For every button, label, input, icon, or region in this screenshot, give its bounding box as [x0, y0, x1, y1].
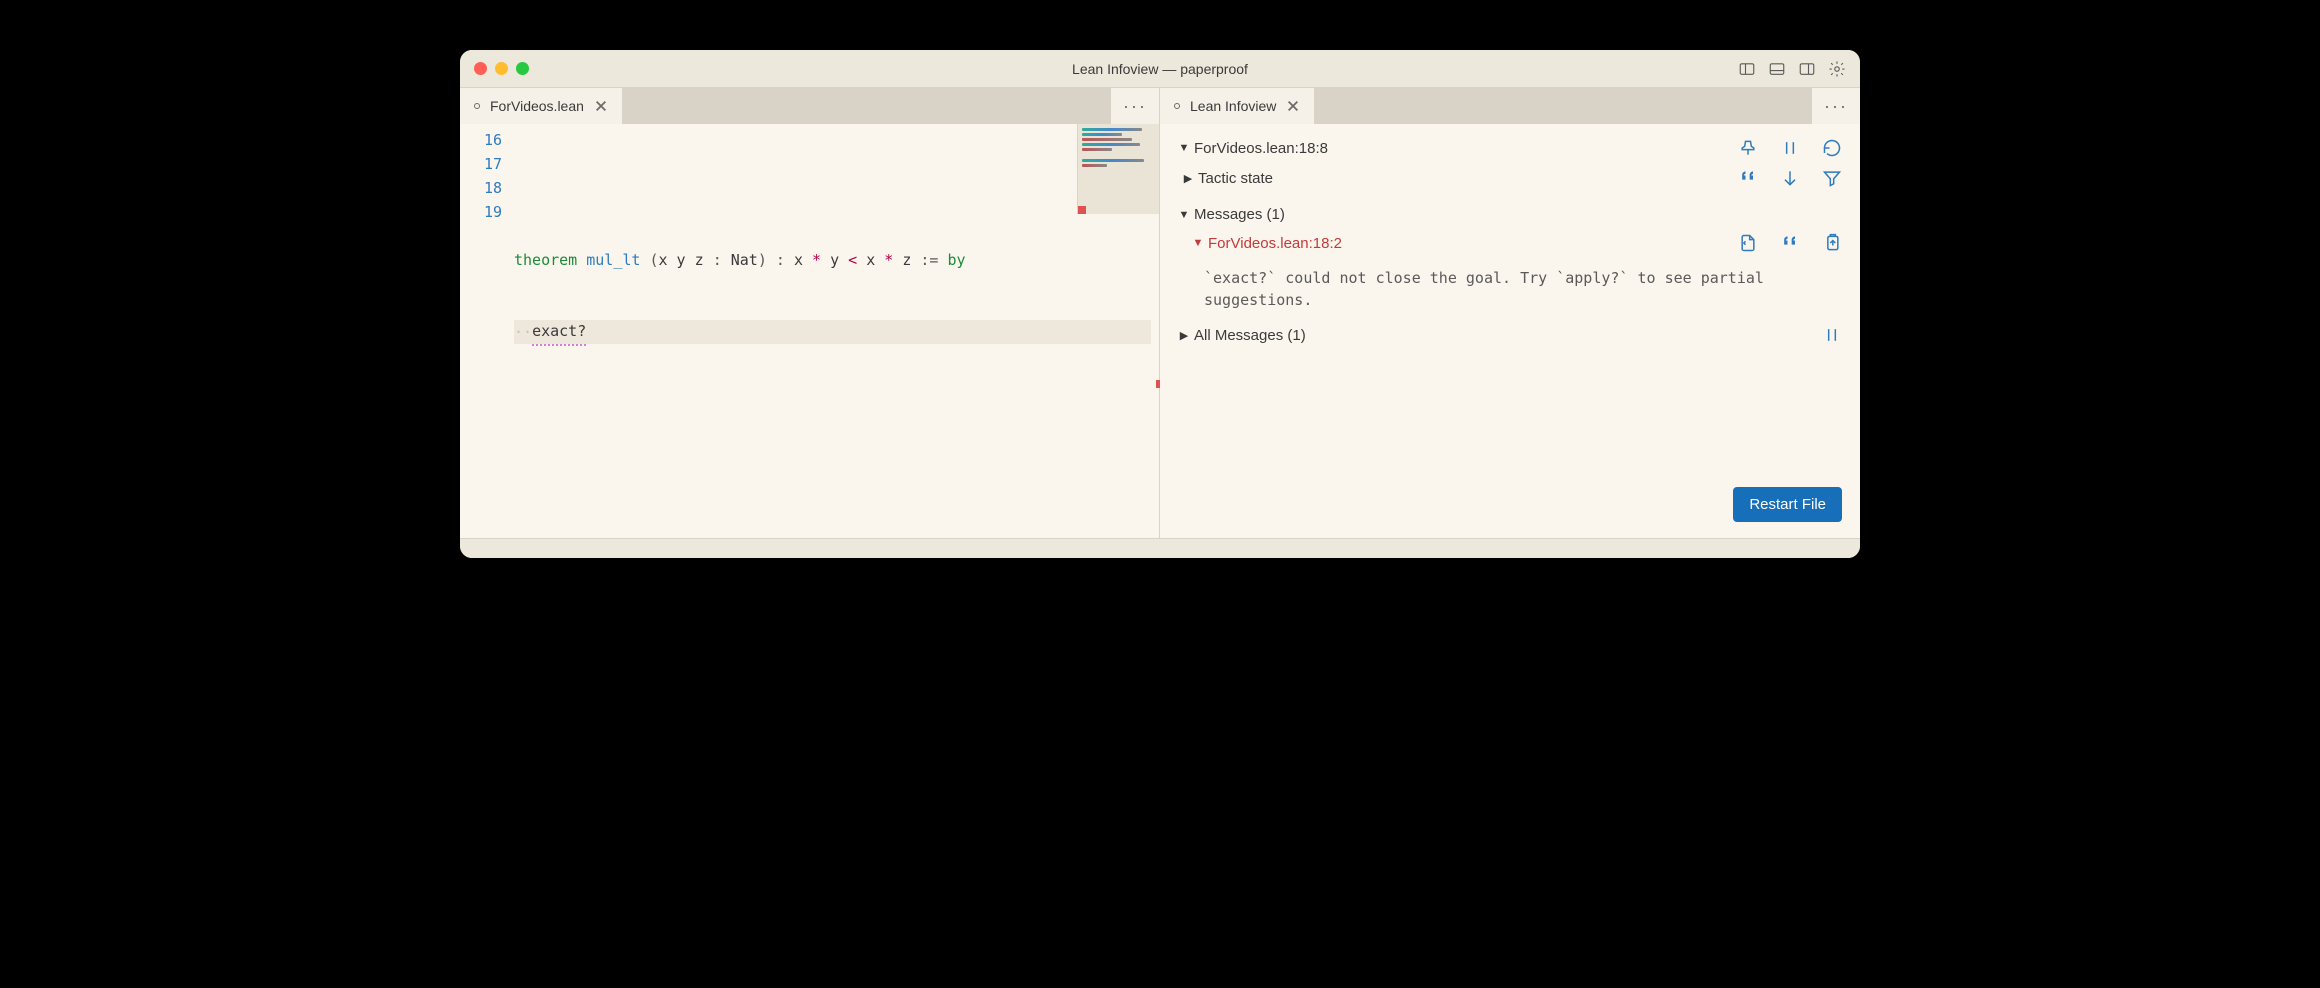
- tactic-state-label[interactable]: Tactic state: [1198, 170, 1273, 187]
- maximize-window-button[interactable]: [516, 62, 529, 75]
- disclosure-down-icon[interactable]: ▼: [1192, 237, 1204, 249]
- gutter: 16 17 18 19: [460, 124, 514, 538]
- refresh-icon[interactable]: [1822, 138, 1842, 158]
- traffic-lights: [474, 62, 529, 75]
- all-messages-actions: [1822, 325, 1842, 345]
- code-line: [514, 176, 1159, 200]
- body: ForVideos.lean ··· 16 17 18 19 theorem m…: [460, 88, 1860, 538]
- titlebar: Lean Infoview — paperproof: [460, 50, 1860, 88]
- minimap-content: [1078, 124, 1159, 173]
- infoview: ▼ ForVideos.lean:18:8 ▶ Tactic state: [1160, 124, 1860, 538]
- window: Lean Infoview — paperproof ForVideos.lea…: [460, 50, 1860, 558]
- minimap-error-marker: [1078, 206, 1086, 214]
- tactic-state-row: ▶ Tactic state: [1182, 168, 1842, 188]
- error-message: `exact?` could not close the goal. Try `…: [1204, 267, 1842, 311]
- minimap[interactable]: [1077, 124, 1159, 214]
- pause-icon[interactable]: [1780, 138, 1800, 158]
- disclosure-right-icon[interactable]: ▶: [1178, 329, 1190, 342]
- modified-indicator-icon: [474, 103, 480, 109]
- window-title: Lean Infoview — paperproof: [460, 61, 1860, 77]
- layout-panel-bottom-icon[interactable]: [1768, 60, 1786, 78]
- error-actions: [1738, 233, 1842, 253]
- tab-label: ForVideos.lean: [490, 98, 584, 114]
- filter-icon[interactable]: [1822, 168, 1842, 188]
- tab-lean-infoview[interactable]: Lean Infoview: [1160, 88, 1315, 124]
- statusbar: [460, 538, 1860, 558]
- warning-squiggle: exact?: [532, 319, 586, 346]
- line-number: 16: [460, 128, 502, 152]
- code-line: theorem mul_lt (x y z : Nat) : x * y < x…: [514, 248, 1159, 272]
- tactic-actions: [1738, 168, 1842, 188]
- all-messages-row: ▶ All Messages (1): [1178, 325, 1842, 345]
- all-messages-label[interactable]: All Messages (1): [1194, 327, 1306, 344]
- tab-overflow-button[interactable]: ···: [1811, 88, 1860, 124]
- editor-pane: ForVideos.lean ··· 16 17 18 19 theorem m…: [460, 88, 1160, 538]
- code-line: [514, 392, 1159, 416]
- disclosure-right-icon[interactable]: ▶: [1182, 172, 1194, 185]
- line-number: 18: [460, 176, 502, 200]
- editor[interactable]: 16 17 18 19 theorem mul_lt (x y z : Nat)…: [460, 124, 1159, 538]
- location-label[interactable]: ForVideos.lean:18:8: [1194, 140, 1328, 157]
- close-window-button[interactable]: [474, 62, 487, 75]
- infoview-tabbar: Lean Infoview ···: [1160, 88, 1860, 124]
- editor-tabbar: ForVideos.lean ···: [460, 88, 1159, 124]
- line-number: 19: [460, 200, 502, 224]
- close-icon[interactable]: [1286, 99, 1300, 113]
- close-icon[interactable]: [594, 99, 608, 113]
- titlebar-actions: [1738, 60, 1846, 78]
- goto-file-icon[interactable]: [1738, 233, 1758, 253]
- code[interactable]: theorem mul_lt (x y z : Nat) : x * y < x…: [514, 124, 1159, 538]
- code-line-current: ··exact?: [514, 320, 1151, 344]
- pin-icon[interactable]: [1738, 138, 1758, 158]
- error-row: ▼ ForVideos.lean:18:2: [1192, 233, 1842, 253]
- location-actions: [1738, 138, 1842, 158]
- line-number: 17: [460, 152, 502, 176]
- error-location[interactable]: ForVideos.lean:18:2: [1208, 235, 1342, 252]
- location-row: ▼ ForVideos.lean:18:8: [1178, 138, 1842, 158]
- layout-sidebar-right-icon[interactable]: [1798, 60, 1816, 78]
- tab-forvideos[interactable]: ForVideos.lean: [460, 88, 623, 124]
- modified-indicator-icon: [1174, 103, 1180, 109]
- gear-icon[interactable]: [1828, 60, 1846, 78]
- layout-sidebar-left-icon[interactable]: [1738, 60, 1756, 78]
- minimize-window-button[interactable]: [495, 62, 508, 75]
- infoview-pane: Lean Infoview ··· ▼ ForVideos.lean:18:8: [1160, 88, 1860, 538]
- pause-icon[interactable]: [1822, 325, 1842, 345]
- disclosure-down-icon[interactable]: ▼: [1178, 142, 1190, 154]
- arrow-down-icon[interactable]: [1780, 168, 1800, 188]
- quote-icon[interactable]: [1738, 168, 1758, 188]
- tab-label: Lean Infoview: [1190, 98, 1276, 114]
- messages-label[interactable]: Messages (1): [1194, 206, 1285, 223]
- disclosure-down-icon[interactable]: ▼: [1178, 209, 1190, 221]
- messages-row: ▼ Messages (1): [1178, 206, 1842, 223]
- quote-icon[interactable]: [1780, 233, 1800, 253]
- restart-file-button[interactable]: Restart File: [1733, 487, 1842, 522]
- tab-overflow-button[interactable]: ···: [1110, 88, 1159, 124]
- clipboard-icon[interactable]: [1822, 233, 1842, 253]
